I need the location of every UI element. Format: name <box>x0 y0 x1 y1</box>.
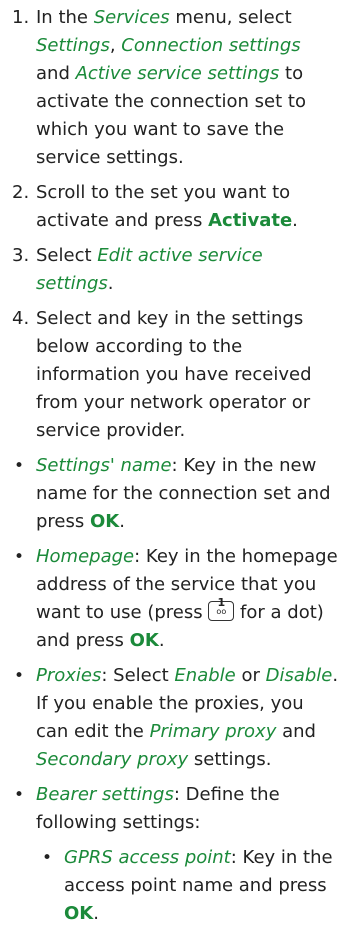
homepage-term: Homepage <box>36 546 135 567</box>
enable-term: Enable <box>174 665 236 686</box>
step-number: 3. <box>12 245 30 266</box>
step-text: menu, select <box>169 7 292 28</box>
active-service-settings-term: Active service settings <box>75 63 280 84</box>
bullet-text: . <box>158 630 165 651</box>
disable-term: Disable <box>265 665 333 686</box>
step-2: 2. Scroll to the set you want to activat… <box>8 179 339 235</box>
bullet-bearer-settings: • Bearer settings: Define the following … <box>8 781 339 837</box>
step-number: 1. <box>12 7 30 28</box>
connection-settings-term: Connection settings <box>121 35 301 56</box>
settings-name-term: Settings' name <box>36 455 172 476</box>
bullet-icon: • <box>42 848 53 868</box>
activate-softkey-term: Activate <box>208 210 293 231</box>
ok-softkey-term: OK <box>89 511 120 532</box>
settings-term: Settings <box>36 35 110 56</box>
bullet-icon: • <box>14 666 25 686</box>
step-text: and <box>36 63 76 84</box>
bullet-icon: • <box>14 785 25 805</box>
step-text: . <box>292 210 298 231</box>
bullet-icon: • <box>14 456 25 476</box>
step-1: 1. In the Services menu, select Settings… <box>8 4 339 172</box>
primary-proxy-term: Primary proxy <box>149 721 277 742</box>
key-1-bottom-label: oo <box>216 607 227 616</box>
bullet-text: . <box>119 511 125 532</box>
step-3: 3. Select Edit active service settings. <box>8 242 339 298</box>
bullet-text: and <box>276 721 316 742</box>
key-1-icon: 1 oo <box>208 597 235 621</box>
step-text: Select and key in the settings below acc… <box>36 308 312 441</box>
bullet-text: : Select <box>101 665 175 686</box>
secondary-proxy-term: Secondary proxy <box>36 749 189 770</box>
proxies-term: Proxies <box>36 665 102 686</box>
bullet-text: settings. <box>188 749 272 770</box>
instruction-document: 1. In the Services menu, select Settings… <box>0 0 347 928</box>
bearer-settings-term: Bearer settings <box>36 784 174 805</box>
step-4: 4. Select and key in the settings below … <box>8 305 339 445</box>
ok-softkey-term: OK <box>129 630 159 651</box>
step-text: . <box>107 273 114 294</box>
ok-softkey-term: OK <box>64 903 94 924</box>
bullet-settings-name: • Settings' name: Key in the new name fo… <box>8 452 339 536</box>
bullet-text: . <box>93 903 99 924</box>
step-number: 2. <box>12 182 30 203</box>
step-number: 4. <box>12 308 30 329</box>
step-text: , <box>109 35 122 56</box>
gprs-access-point-term: GPRS access point <box>64 847 231 868</box>
bullet-text: or <box>235 665 266 686</box>
bullet-proxies: • Proxies: Select Enable or Disable. If … <box>8 662 339 774</box>
bullet-gprs-access-point: • GPRS access point: Key in the access p… <box>36 844 339 928</box>
bullet-homepage: • Homepage: Key in the homepage address … <box>8 543 339 655</box>
services-menu-term: Services <box>93 7 170 28</box>
bullet-icon: • <box>14 547 25 567</box>
step-text: Select <box>36 245 98 266</box>
step-text: In the <box>36 7 94 28</box>
